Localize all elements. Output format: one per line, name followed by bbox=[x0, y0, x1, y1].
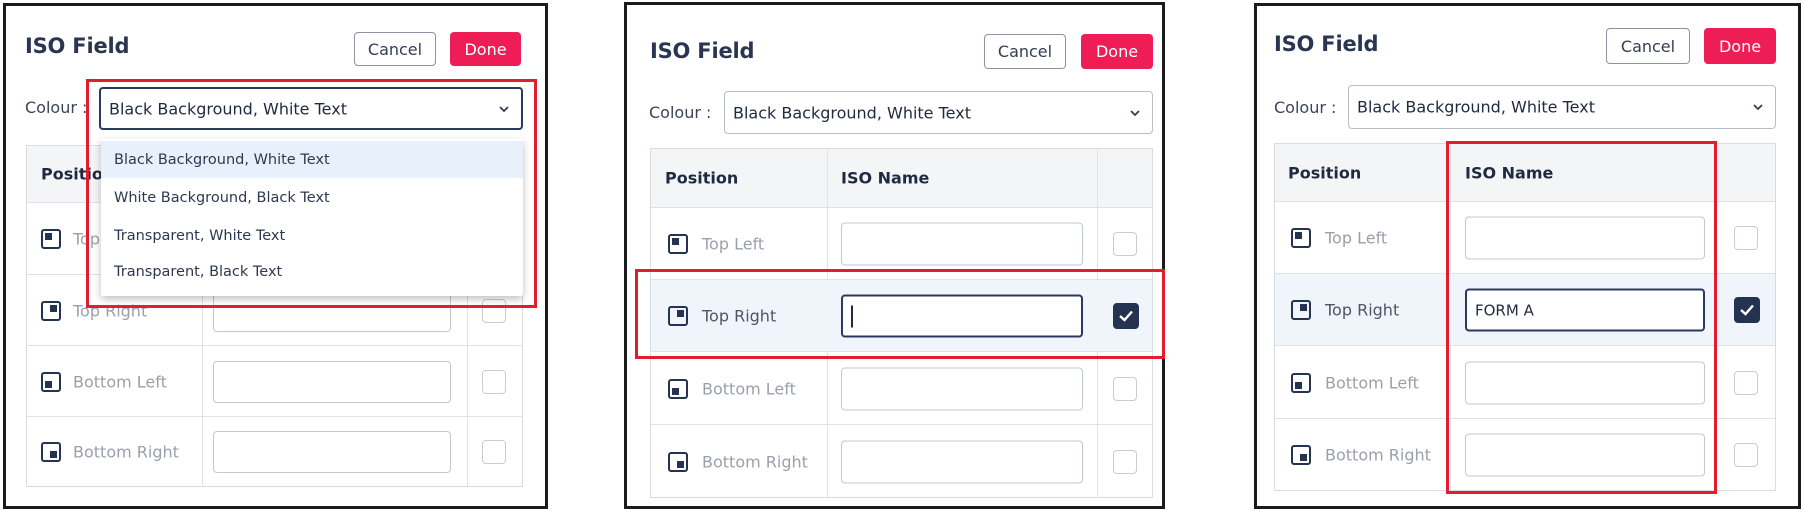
position-label: Top Right bbox=[702, 306, 777, 326]
position-label: Bottom Right bbox=[73, 442, 179, 462]
colour-label: Colour : bbox=[649, 103, 712, 122]
row-checkbox[interactable] bbox=[482, 298, 506, 323]
iso-name-header: ISO Name bbox=[841, 168, 930, 188]
table-header: Position ISO Name bbox=[651, 149, 1152, 207]
check-icon bbox=[1119, 310, 1133, 322]
position-label: Bottom Left bbox=[1325, 373, 1419, 392]
iso-name-input[interactable] bbox=[841, 367, 1083, 410]
row-checkbox[interactable] bbox=[1734, 297, 1760, 323]
top-left-icon bbox=[1291, 228, 1311, 248]
table-row: Bottom Left bbox=[651, 351, 1152, 425]
iso-name-input[interactable] bbox=[841, 294, 1083, 338]
cancel-button[interactable]: Cancel bbox=[1606, 28, 1690, 64]
colour-select[interactable]: Black Background, White Text bbox=[99, 87, 523, 130]
table-row: Bottom Left bbox=[1275, 345, 1775, 419]
table-row: Top Right FORM A bbox=[1275, 273, 1775, 346]
row-checkbox[interactable] bbox=[1734, 226, 1758, 250]
colour-select[interactable]: Black Background, White Text bbox=[1348, 85, 1776, 129]
colour-select-value: Black Background, White Text bbox=[109, 99, 347, 118]
cancel-button[interactable]: Cancel bbox=[354, 32, 436, 66]
table-row: Bottom Right bbox=[1275, 418, 1775, 491]
chevron-down-icon bbox=[499, 105, 509, 112]
colour-dropdown-menu: Black Background, White Text White Backg… bbox=[101, 139, 523, 296]
chevron-down-icon bbox=[1130, 109, 1140, 116]
iso-name-input[interactable] bbox=[841, 440, 1083, 483]
done-button[interactable]: Done bbox=[1704, 28, 1776, 64]
top-right-icon bbox=[41, 300, 61, 321]
iso-name-input[interactable] bbox=[213, 431, 451, 473]
bottom-right-icon bbox=[41, 442, 61, 462]
position-header: Position bbox=[1288, 163, 1362, 182]
check-icon bbox=[1740, 304, 1754, 316]
dropdown-option[interactable]: Transparent, Black Text bbox=[101, 253, 523, 290]
bottom-right-icon bbox=[1291, 445, 1311, 465]
dropdown-option[interactable]: Transparent, White Text bbox=[101, 217, 523, 254]
position-label: Bottom Left bbox=[73, 372, 167, 391]
table-header: Position ISO Name bbox=[1275, 144, 1775, 201]
colour-select-value: Black Background, White Text bbox=[733, 103, 971, 122]
bottom-left-icon bbox=[1291, 372, 1311, 393]
top-left-icon bbox=[668, 234, 688, 254]
position-header: Position bbox=[665, 168, 739, 188]
table-row: Bottom Right bbox=[27, 416, 522, 487]
table-row: Top Left bbox=[1275, 201, 1775, 274]
iso-name-input[interactable] bbox=[841, 222, 1083, 266]
top-right-icon bbox=[1291, 300, 1311, 320]
top-right-icon bbox=[668, 306, 688, 326]
table-row: Top Left bbox=[651, 207, 1152, 280]
iso-name-input[interactable] bbox=[1465, 216, 1705, 260]
table-row: Bottom Right bbox=[651, 424, 1152, 498]
row-checkbox[interactable] bbox=[1734, 370, 1758, 395]
iso-field-dialog-1: ISO Field Cancel Done Colour : Black Bac… bbox=[3, 3, 548, 509]
row-checkbox[interactable] bbox=[482, 440, 506, 464]
bottom-left-icon bbox=[41, 371, 61, 392]
iso-name-input[interactable] bbox=[1465, 361, 1705, 404]
colour-select-value: Black Background, White Text bbox=[1357, 97, 1595, 117]
row-checkbox[interactable] bbox=[1113, 449, 1137, 474]
done-button[interactable]: Done bbox=[450, 32, 521, 66]
dropdown-option[interactable]: Black Background, White Text bbox=[101, 141, 523, 178]
position-label: Bottom Right bbox=[702, 452, 808, 471]
cancel-button[interactable]: Cancel bbox=[984, 34, 1066, 69]
row-checkbox[interactable] bbox=[1734, 443, 1758, 467]
iso-name-input[interactable]: FORM A bbox=[1465, 288, 1705, 332]
position-table: Position ISO Name Top Left Top Right Bot… bbox=[650, 148, 1153, 498]
position-label: Top Right bbox=[73, 301, 148, 320]
iso-field-dialog-2: ISO Field Cancel Done Colour : Black Bac… bbox=[624, 2, 1165, 509]
top-left-icon bbox=[41, 229, 61, 249]
dialog-title: ISO Field bbox=[650, 39, 755, 63]
iso-field-dialog-3: ISO Field Cancel Done Colour : Black Bac… bbox=[1254, 3, 1801, 509]
text-cursor bbox=[851, 305, 853, 327]
bottom-right-icon bbox=[668, 451, 688, 472]
dialog-title: ISO Field bbox=[25, 34, 130, 58]
position-label: Bottom Right bbox=[1325, 445, 1431, 465]
iso-name-input[interactable] bbox=[213, 360, 451, 403]
done-button[interactable]: Done bbox=[1081, 34, 1153, 69]
colour-select[interactable]: Black Background, White Text bbox=[724, 91, 1153, 134]
position-label: Top Left bbox=[1325, 228, 1388, 248]
row-checkbox[interactable] bbox=[1113, 376, 1137, 401]
chevron-down-icon bbox=[1753, 104, 1763, 111]
position-label: Bottom Left bbox=[702, 379, 796, 398]
colour-label: Colour : bbox=[25, 98, 88, 117]
iso-name-input[interactable] bbox=[1465, 433, 1705, 477]
colour-label: Colour : bbox=[1274, 98, 1337, 117]
table-row: Bottom Left bbox=[27, 345, 522, 417]
dialog-title: ISO Field bbox=[1274, 32, 1379, 56]
position-label: Top Left bbox=[702, 234, 765, 254]
dropdown-option[interactable]: White Background, Black Text bbox=[101, 179, 523, 216]
row-checkbox[interactable] bbox=[482, 369, 506, 394]
position-table: Position ISO Name Top Left Top Right FOR… bbox=[1274, 143, 1776, 491]
position-label: Top Right bbox=[1325, 300, 1400, 320]
row-checkbox[interactable] bbox=[1113, 303, 1139, 329]
bottom-left-icon bbox=[668, 378, 688, 399]
table-row: Top Right bbox=[651, 279, 1152, 352]
iso-name-header: ISO Name bbox=[1465, 163, 1554, 182]
row-checkbox[interactable] bbox=[1113, 232, 1137, 256]
